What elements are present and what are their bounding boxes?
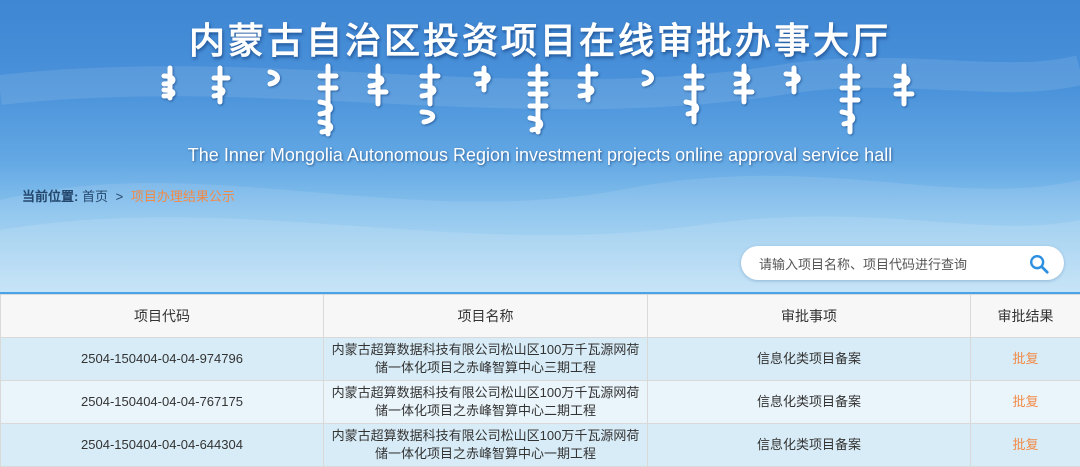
approval-result-cell: 批复 xyxy=(971,338,1080,381)
table-header-row: 项目代码 项目名称 审批事项 审批结果 xyxy=(1,295,1080,338)
mongolian-script-title xyxy=(150,62,930,142)
approval-result-cell: 批复 xyxy=(971,381,1080,424)
search-box xyxy=(741,246,1064,280)
page-title: 内蒙古自治区投资项目在线审批办事大厅 xyxy=(0,12,1080,64)
column-header-result: 审批结果 xyxy=(971,295,1080,338)
breadcrumb: 当前位置: 首页 > 项目办理结果公示 xyxy=(22,186,235,205)
header-banner: 内蒙古自治区投资项目在线审批办事大厅 The Inner Mo xyxy=(0,0,1080,292)
search-input[interactable] xyxy=(757,246,1021,282)
table-row: 2504-150404-04-04-767175 内蒙古超算数据科技有限公司松山… xyxy=(1,381,1080,424)
project-name-cell: 内蒙古超算数据科技有限公司松山区100万千瓦源网荷储一体化项目之赤峰智算中心二期… xyxy=(324,381,648,424)
approval-matter-cell: 信息化类项目备案 xyxy=(648,338,971,381)
breadcrumb-home-link[interactable]: 首页 xyxy=(82,189,108,204)
breadcrumb-label: 当前位置: xyxy=(22,189,78,204)
table-row: 2504-150404-04-04-974796 内蒙古超算数据科技有限公司松山… xyxy=(1,338,1080,381)
column-header-code: 项目代码 xyxy=(1,295,324,338)
breadcrumb-current-link[interactable]: 项目办理结果公示 xyxy=(131,189,235,204)
project-code-cell: 2504-150404-04-04-974796 xyxy=(1,338,324,381)
table-row: 2504-150404-04-04-644304 内蒙古超算数据科技有限公司松山… xyxy=(1,424,1080,467)
approval-result-link[interactable]: 批复 xyxy=(1012,394,1038,409)
column-header-matter: 审批事项 xyxy=(648,295,971,338)
approval-result-link[interactable]: 批复 xyxy=(1012,351,1038,366)
page-subtitle-en: The Inner Mongolia Autonomous Region inv… xyxy=(0,145,1080,166)
project-name-cell: 内蒙古超算数据科技有限公司松山区100万千瓦源网荷储一体化项目之赤峰智算中心一期… xyxy=(324,424,648,467)
column-header-name: 项目名称 xyxy=(324,295,648,338)
search-icon[interactable] xyxy=(1028,253,1050,275)
results-table: 项目代码 项目名称 审批事项 审批结果 2504-150404-04-04-97… xyxy=(0,294,1080,467)
approval-result-link[interactable]: 批复 xyxy=(1012,437,1038,452)
project-code-cell: 2504-150404-04-04-644304 xyxy=(1,424,324,467)
project-name-cell: 内蒙古超算数据科技有限公司松山区100万千瓦源网荷储一体化项目之赤峰智算中心三期… xyxy=(324,338,648,381)
project-code-cell: 2504-150404-04-04-767175 xyxy=(1,381,324,424)
approval-matter-cell: 信息化类项目备案 xyxy=(648,381,971,424)
approval-matter-cell: 信息化类项目备案 xyxy=(648,424,971,467)
approval-result-cell: 批复 xyxy=(971,424,1080,467)
breadcrumb-separator: > xyxy=(116,189,124,204)
